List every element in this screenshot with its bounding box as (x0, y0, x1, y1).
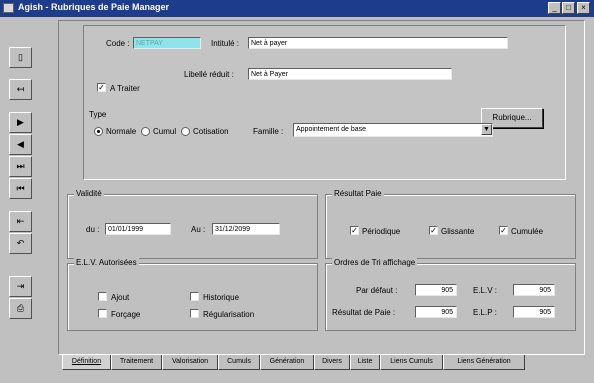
tab-liens-generation[interactable]: Liens Génération (443, 355, 525, 370)
resultat-paie-order-label: Résultat de Paie : (332, 308, 396, 317)
validite-group: Validité du : 01/01/1999 Au : 31/12/2099 (67, 189, 318, 259)
tab-divers[interactable]: Divers (314, 355, 350, 370)
au-label: Au : (191, 225, 206, 234)
import-icon: ⇤ (16, 216, 25, 226)
previous-record-button[interactable]: ◀ (9, 134, 32, 155)
intitule-label: Intitulé : (211, 39, 240, 48)
tab-generation[interactable]: Génération (260, 355, 314, 370)
import-button[interactable]: ⇤ (9, 211, 32, 232)
form-panel: Code : NETPAY Intitulé : Net à payer Lib… (58, 20, 585, 355)
code-field[interactable]: NETPAY (133, 37, 201, 49)
historique-checkbox[interactable] (190, 292, 199, 301)
ordres-tri-title: Ordres de Tri affichage (332, 258, 418, 267)
cumulee-label: Cumulée (511, 227, 544, 236)
glissante-label: Glissante (441, 227, 475, 236)
type-cotisation-radio[interactable] (181, 127, 190, 136)
famille-combo[interactable]: Appointement de base ▼ (293, 123, 493, 137)
du-label: du : (86, 225, 100, 234)
new-document-button[interactable]: ▯ (9, 47, 32, 68)
elp-order-label: E.L.P : (473, 308, 497, 317)
elv-autorisees-group: E.L.V. Autorisées Ajout Forçage Historiq… (67, 258, 318, 331)
regularisation-label: Régularisation (203, 310, 255, 319)
resultat-paie-title: Résultat Paie (332, 189, 384, 198)
par-defaut-label: Par défaut : (356, 286, 398, 295)
tab-liste[interactable]: Liste (350, 355, 380, 370)
validite-title: Validité (74, 189, 104, 198)
undo-icon: ↶ (16, 238, 25, 248)
elv-order-field[interactable]: 905 (513, 284, 555, 296)
type-cotisation-label: Cotisation (193, 127, 229, 136)
resultat-paie-group: Résultat Paie ✓ Périodique ✓ Glissante ✓… (325, 189, 576, 259)
famille-label: Famille : (253, 127, 284, 136)
close-button[interactable]: × (577, 2, 590, 14)
type-normale-label: Normale (106, 127, 137, 136)
famille-value: Appointement de base (296, 126, 367, 133)
tab-definition[interactable]: Définition (62, 355, 111, 370)
print-icon: ⎙ (16, 303, 25, 313)
regularisation-checkbox[interactable] (190, 309, 199, 318)
par-defaut-field[interactable]: 905 (415, 284, 457, 296)
app-window: Agish - Rubriques de Paie Manager _ □ × … (0, 0, 594, 383)
elp-order-field[interactable]: 905 (513, 306, 555, 318)
last-record-button[interactable]: ⏭ (9, 156, 32, 177)
type-label: Type (89, 110, 107, 119)
first-record-button[interactable]: ⏮ (9, 178, 32, 199)
cumulee-checkbox[interactable]: ✓ (499, 226, 508, 235)
periodique-label: Périodique (362, 227, 401, 236)
type-normale-radio[interactable] (94, 127, 103, 136)
intitule-field[interactable]: Net à payer (248, 37, 508, 49)
chevron-down-icon[interactable]: ▼ (481, 124, 492, 135)
elv-autorisees-title: E.L.V. Autorisées (74, 258, 139, 267)
historique-label: Historique (203, 293, 240, 302)
tab-liens-cumuls[interactable]: Liens Cumuls (380, 355, 443, 370)
ajout-label: Ajout (111, 293, 130, 302)
type-cumul-radio[interactable] (141, 127, 150, 136)
exit-icon: ⇥ (16, 281, 25, 291)
window-title: Agish - Rubriques de Paie Manager (18, 2, 170, 12)
tab-cumuls[interactable]: Cumuls (218, 355, 260, 370)
ordres-tri-group: Ordres de Tri affichage Par défaut : 905… (325, 258, 576, 331)
next-record-icon: ▶ (17, 117, 24, 127)
forcage-label: Forçage (111, 310, 141, 319)
title-bar[interactable]: Agish - Rubriques de Paie Manager _ □ × (0, 0, 594, 17)
first-record-icon: ⏮ (16, 183, 25, 193)
resultat-paie-order-field[interactable]: 905 (415, 306, 457, 318)
new-document-icon: ▯ (18, 52, 23, 62)
tab-valorisation[interactable]: Valorisation (162, 355, 218, 370)
libelle-label: Libellé réduit : (184, 70, 234, 79)
code-label: Code : (106, 39, 130, 48)
last-record-icon: ⏭ (16, 161, 25, 171)
au-field[interactable]: 31/12/2099 (212, 223, 280, 235)
forcage-checkbox[interactable] (98, 309, 107, 318)
print-button[interactable]: ⎙ (9, 298, 32, 319)
periodique-checkbox[interactable]: ✓ (350, 226, 359, 235)
glissante-checkbox[interactable]: ✓ (429, 226, 438, 235)
previous-record-icon: ◀ (17, 139, 24, 149)
tab-traitement[interactable]: Traitement (111, 355, 162, 370)
elv-order-label: E.L.V : (473, 286, 498, 295)
undo-button[interactable]: ↶ (9, 233, 32, 254)
back-to-start-button[interactable]: ↤ (9, 79, 32, 100)
next-record-button[interactable]: ▶ (9, 112, 32, 133)
libelle-field[interactable]: Net à Payer (248, 68, 452, 80)
type-cumul-label: Cumul (153, 127, 177, 136)
back-to-start-icon: ↤ (16, 84, 25, 94)
maximize-button[interactable]: □ (562, 2, 575, 14)
a-traiter-label: A Traiter (110, 84, 140, 93)
a-traiter-checkbox[interactable]: ✓ (97, 83, 106, 92)
app-icon (3, 3, 14, 13)
client-area: ▯ ↤ ▶ ◀ ⏭ ⏮ ⇤ ↶ ⇥ ⎙ Code : NETPAY Intitu… (0, 17, 594, 383)
du-field[interactable]: 01/01/1999 (105, 223, 171, 235)
header-section: Code : NETPAY Intitulé : Net à payer Lib… (83, 25, 566, 180)
exit-button[interactable]: ⇥ (9, 276, 32, 297)
ajout-checkbox[interactable] (98, 292, 107, 301)
minimize-button[interactable]: _ (548, 2, 561, 14)
